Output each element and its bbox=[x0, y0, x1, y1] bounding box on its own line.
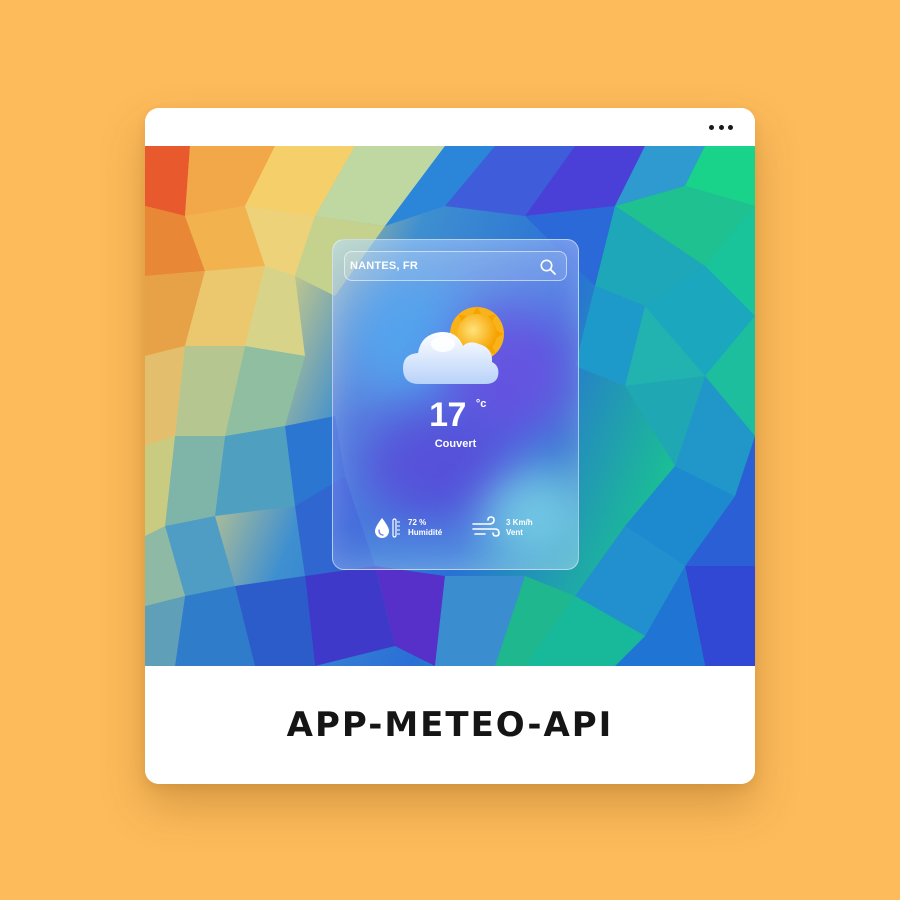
humidity-label: Humidité bbox=[408, 528, 443, 537]
search-icon[interactable] bbox=[539, 258, 557, 276]
humidity-value: 72 % bbox=[408, 518, 427, 527]
location-text: NANTES, FR bbox=[350, 260, 418, 272]
project-card[interactable]: NANTES, FR 17 °c Couvert 72 % Humidité 3… bbox=[145, 108, 755, 784]
menu-dot bbox=[718, 124, 724, 130]
temperature-unit: °c bbox=[475, 398, 487, 410]
caption-area: APP-METEO-API bbox=[145, 666, 755, 784]
weather-widget: NANTES, FR 17 °c Couvert 72 % Humidité 3… bbox=[332, 239, 579, 570]
partly-cloudy-icon bbox=[403, 306, 504, 384]
more-horizontal-icon[interactable] bbox=[709, 120, 733, 134]
temperature-value: 17 bbox=[429, 396, 466, 434]
weather-condition: Couvert bbox=[434, 438, 477, 450]
wind-label: Vent bbox=[506, 528, 523, 537]
page-background: NANTES, FR 17 °c Couvert 72 % Humidité 3… bbox=[0, 0, 900, 900]
project-title: APP-METEO-API bbox=[286, 705, 614, 745]
card-top-bar bbox=[145, 108, 755, 146]
glass-blob bbox=[483, 470, 578, 560]
temperature: 17 °c bbox=[333, 396, 578, 435]
wind-value: 3 Km/h bbox=[506, 518, 533, 527]
menu-dot bbox=[728, 124, 733, 130]
search-input[interactable]: NANTES, FR bbox=[344, 251, 567, 281]
menu-dot bbox=[709, 124, 714, 130]
humidity-icon bbox=[375, 518, 400, 538]
wind-icon bbox=[472, 516, 500, 537]
preview-image: NANTES, FR 17 °c Couvert 72 % Humidité 3… bbox=[145, 146, 755, 666]
